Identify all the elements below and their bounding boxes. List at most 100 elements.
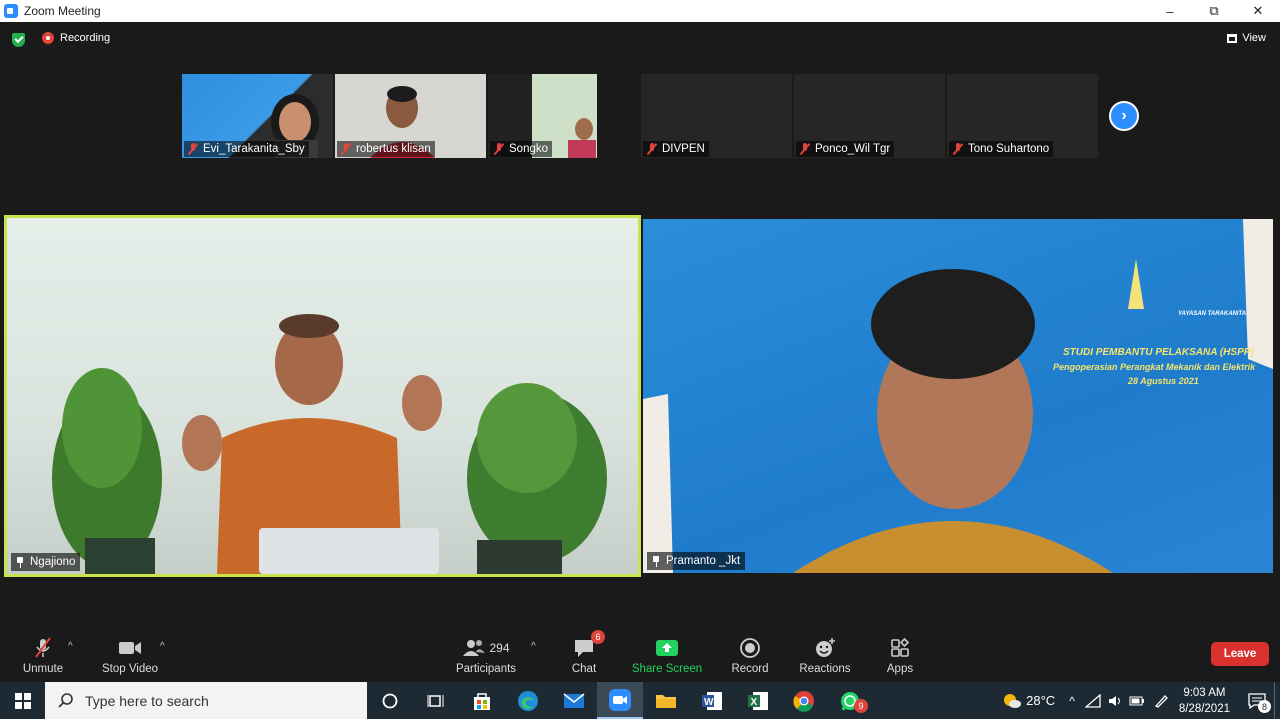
notification-count: 8 xyxy=(1258,700,1271,713)
close-button[interactable]: ✕ xyxy=(1236,0,1280,22)
mic-muted-icon xyxy=(188,143,198,155)
edge-app[interactable] xyxy=(505,682,551,719)
mail-icon xyxy=(563,692,585,708)
participant-name-tag: Pramanto _Jkt xyxy=(647,552,746,570)
chrome-icon xyxy=(793,690,814,712)
shield-icon[interactable] xyxy=(12,33,25,47)
participant-thumbnail[interactable]: DIVPEN xyxy=(641,74,792,158)
restore-button[interactable]: ⧉ xyxy=(1192,0,1236,22)
participant-name: DIVPEN xyxy=(662,143,705,155)
whatsapp-app[interactable]: 9 xyxy=(827,682,873,719)
zoom-icon xyxy=(609,688,631,711)
excel-app[interactable]: X xyxy=(735,682,781,719)
participant-video-feed xyxy=(643,219,1273,573)
record-dot-icon xyxy=(42,32,54,44)
weather-temperature[interactable]: 28°C xyxy=(1026,693,1055,708)
word-app[interactable]: W xyxy=(689,682,735,719)
meeting-toolbar: Unmute ^ Stop Video ^ 294 Participants ^… xyxy=(0,627,1280,682)
participants-label: Participants xyxy=(455,663,517,675)
store-icon xyxy=(474,692,490,710)
taskbar-search-box[interactable]: Type here to search xyxy=(45,682,367,719)
pin-icon xyxy=(16,556,24,568)
reactions-button[interactable]: Reactions xyxy=(785,637,865,675)
stop-video-button[interactable]: Stop Video xyxy=(90,637,170,675)
reactions-label: Reactions xyxy=(799,663,851,675)
chrome-app[interactable] xyxy=(781,682,827,719)
wifi-icon[interactable] xyxy=(1084,693,1101,708)
record-button[interactable]: Record xyxy=(710,637,790,675)
battery-icon[interactable] xyxy=(1129,694,1145,708)
participant-name: Songko xyxy=(509,143,549,155)
participant-thumbnail[interactable]: Songko xyxy=(488,74,597,158)
participants-icon xyxy=(463,640,486,656)
pen-icon[interactable] xyxy=(1153,693,1169,709)
video-options-caret[interactable]: ^ xyxy=(160,641,165,652)
notifications-button[interactable]: 8 xyxy=(1240,682,1274,719)
start-button[interactable] xyxy=(0,682,45,719)
participant-thumbnail[interactable]: Ponco_Wil Tgr xyxy=(794,74,945,158)
chevron-up-icon[interactable]: ^ xyxy=(1069,694,1075,708)
participant-name-tag: Evi_Tarakanita_Sby xyxy=(184,141,309,157)
task-view-button[interactable] xyxy=(413,682,459,719)
mic-muted-icon xyxy=(953,143,963,155)
taskbar-clock[interactable]: 9:03 AM 8/28/2021 xyxy=(1179,685,1230,717)
volume-icon[interactable] xyxy=(1107,694,1123,708)
share-screen-label: Share Screen xyxy=(631,663,703,675)
search-placeholder: Type here to search xyxy=(85,692,209,709)
video-camera-icon xyxy=(119,642,141,654)
windows-taskbar: Type here to search W X 9 28°C ^ 9:03 AM… xyxy=(0,682,1280,719)
participants-icon-group: 294 xyxy=(462,637,510,659)
slide-org-name: YAYASAN TARAKANITA xyxy=(1178,311,1247,317)
participant-strip: Evi_Tarakanita_Sby robertus klisan Songk… xyxy=(182,74,1098,158)
whatsapp-badge: 9 xyxy=(854,699,868,713)
file-explorer-app[interactable] xyxy=(643,682,689,719)
leave-button[interactable]: Leave xyxy=(1211,642,1269,666)
task-view-icon xyxy=(427,694,444,707)
cortana-button[interactable] xyxy=(367,682,413,719)
pin-icon xyxy=(652,555,660,567)
participants-button[interactable]: 294 Participants xyxy=(446,637,526,675)
zoom-app[interactable] xyxy=(597,682,643,719)
view-button[interactable]: View xyxy=(1227,32,1266,44)
chat-button[interactable]: 6 Chat xyxy=(544,630,624,675)
participant-name-tag: Ponco_Wil Tgr xyxy=(796,141,895,157)
meeting-topbar: Recording View xyxy=(0,22,1280,58)
participant-thumbnail[interactable]: robertus klisan xyxy=(335,74,486,158)
show-desktop-button[interactable] xyxy=(1274,682,1280,719)
mic-muted-icon xyxy=(341,143,351,155)
unmute-label: Unmute xyxy=(22,663,64,675)
chevron-right-icon: › xyxy=(1121,107,1127,124)
weather-sun-cloud-icon[interactable] xyxy=(1002,692,1022,710)
participant-thumbnail[interactable]: Evi_Tarakanita_Sby xyxy=(182,74,333,158)
share-screen-button[interactable]: Share Screen xyxy=(627,637,707,675)
zoom-app-icon xyxy=(4,4,18,18)
video-tile[interactable]: YAYASAN TARAKANITA STUDI PEMBANTU PELAKS… xyxy=(643,219,1273,573)
recording-indicator[interactable]: Recording xyxy=(42,32,110,44)
minimize-button[interactable]: – xyxy=(1148,0,1192,22)
participant-name-tag: Songko xyxy=(490,141,553,157)
search-icon xyxy=(58,692,73,708)
video-tile-active-speaker[interactable]: Ngajiono xyxy=(4,215,641,577)
chat-icon-wrap: 6 xyxy=(571,630,605,659)
record-label: Record xyxy=(731,663,769,675)
mic-muted-icon xyxy=(647,143,657,155)
participant-thumbnail[interactable]: Tono Suhartono xyxy=(947,74,1098,158)
speaker-name: Ngajiono xyxy=(30,556,76,568)
participants-options-caret[interactable]: ^ xyxy=(531,641,536,652)
apps-button[interactable]: Apps xyxy=(860,637,940,675)
slide-text: YAYASAN TARAKANITA STUDI PEMBANTU PELAKS… xyxy=(1053,311,1255,386)
mail-app[interactable] xyxy=(551,682,597,719)
slide-subtitle: Pengoperasian Perangkat Mekanik dan Elek… xyxy=(1053,362,1256,372)
excel-icon: X xyxy=(748,691,768,710)
store-app[interactable] xyxy=(459,682,505,719)
word-icon: W xyxy=(702,691,722,710)
participant-name-tag: Tono Suhartono xyxy=(949,141,1054,157)
next-page-button[interactable]: › xyxy=(1109,101,1139,131)
clock-date: 8/28/2021 xyxy=(1178,702,1230,715)
stop-video-label: Stop Video xyxy=(101,663,159,675)
window-controls: – ⧉ ✕ xyxy=(1148,0,1280,22)
smiley-add-icon xyxy=(816,638,835,657)
svg-text:X: X xyxy=(751,697,758,708)
cortana-circle-icon xyxy=(382,693,398,708)
unmute-options-caret[interactable]: ^ xyxy=(68,641,73,652)
